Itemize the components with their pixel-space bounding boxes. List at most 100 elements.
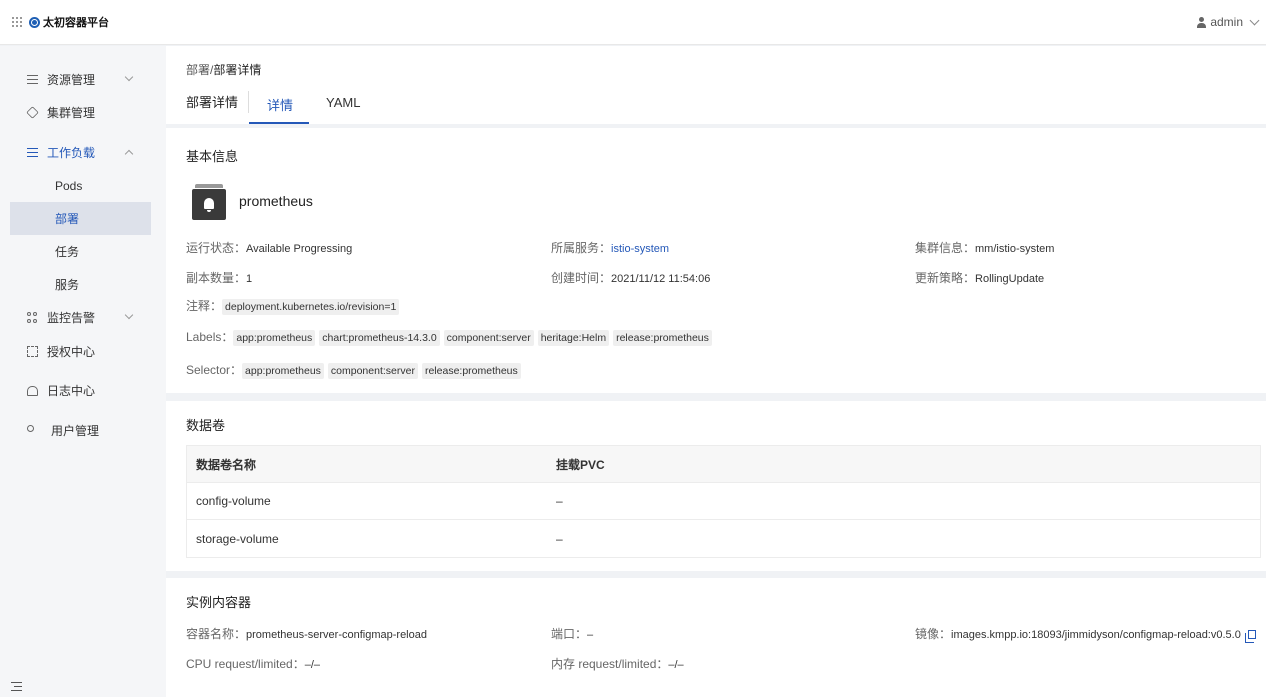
selector-field: Selector： app:prometheus component:server r…	[186, 361, 525, 379]
service-field: 所属服务：istio-system	[551, 239, 669, 256]
sidebar-item-resources[interactable]: 资源管理	[10, 63, 151, 96]
cpu-field: CPU request/limited：–/–	[186, 655, 320, 672]
sidebar-item-users[interactable]: 用户管理	[10, 414, 151, 447]
field-value: Available Progressing	[246, 243, 353, 255]
page-title: 部署详情	[186, 95, 239, 110]
field-value: 1	[246, 273, 253, 285]
field-label: 所属服务：	[551, 241, 612, 255]
deployment-name: prometheus	[239, 193, 313, 209]
strategy-field: 更新策略：RollingUpdate	[915, 269, 1044, 286]
field-value: –/–	[668, 659, 684, 671]
sidebar-item-label: 授权中心	[47, 345, 96, 359]
chevron-down-icon	[124, 310, 134, 320]
sidebar-item-services[interactable]: 服务	[10, 268, 151, 301]
replicas-field: 副本数量：1	[186, 269, 252, 286]
annotation-field: 注释： deployment.kubernetes.io/revision=1	[186, 297, 403, 315]
table-row: config-volume –	[187, 483, 1260, 520]
status-field: 运行状态：Available Progressing	[186, 239, 352, 256]
breadcrumb-parent[interactable]: 部署	[186, 63, 210, 77]
copy-icon[interactable]	[1244, 630, 1256, 643]
chevron-down-icon	[1249, 15, 1260, 25]
section-title: 基本信息	[186, 149, 239, 164]
field-label: 端口：	[551, 627, 588, 641]
service-link[interactable]: istio-system	[611, 243, 669, 255]
app-grid-icon[interactable]	[12, 17, 22, 27]
field-label: 创建时间：	[551, 271, 612, 285]
basic-info-panel: 基本信息 prometheus 运行状态：Available Progressi…	[166, 128, 1266, 393]
selector-tag: release:prometheus	[421, 363, 521, 379]
field-label: 镜像：	[915, 627, 952, 641]
column-header: 数据卷名称	[196, 457, 257, 472]
sidebar-item-label: 监控告警	[47, 311, 96, 325]
sidebar-item-label: 工作负载	[47, 146, 96, 160]
tab-yaml[interactable]: YAML	[326, 95, 360, 110]
sliders-icon	[27, 75, 38, 84]
field-value: prometheus-server-configmap-reload	[246, 629, 427, 641]
section-title: 数据卷	[186, 418, 226, 433]
user-menu[interactable]: admin	[1197, 15, 1260, 29]
container-name-field: 容器名称：prometheus-server-configmap-reload	[186, 625, 427, 642]
volume-pvc: –	[556, 531, 563, 546]
brand-logo-icon	[29, 16, 40, 28]
sidebar-item-clusters[interactable]: 集群管理	[10, 96, 151, 129]
field-value: 2021/11/12 11:54:06	[611, 273, 711, 285]
image-field: 镜像：images.kmpp.io:18093/jimmidyson/confi…	[915, 625, 1256, 643]
sidebar: 资源管理 集群管理 工作负载 Pods 部署 任务 服务 监控告警 授权中心 日…	[0, 46, 166, 697]
label-tag: chart:prometheus-14.3.0	[319, 330, 440, 346]
sidebar-item-auth[interactable]: 授权中心	[10, 335, 151, 368]
title-divider	[248, 91, 249, 113]
field-label: CPU request/limited：	[186, 657, 305, 671]
field-label: 更新策略：	[915, 271, 976, 285]
field-label: 运行状态：	[186, 241, 247, 255]
volume-pvc: –	[556, 494, 563, 508]
chevron-up-icon	[124, 149, 134, 159]
volumes-panel: 数据卷 数据卷名称 挂载PVC config-volume – storage-…	[166, 401, 1266, 571]
tab-details[interactable]: 详情	[267, 95, 293, 114]
field-value: RollingUpdate	[975, 273, 1045, 285]
column-header: 挂载PVC	[556, 457, 605, 472]
monitor-icon	[27, 312, 38, 323]
page-header: 部署/部署详情 部署详情 详情 YAML	[166, 46, 1266, 124]
bell-icon	[27, 385, 38, 396]
prometheus-icon	[192, 184, 226, 220]
memory-field: 内存 request/limited：–/–	[551, 655, 684, 672]
field-label: 副本数量：	[186, 271, 247, 285]
selector-tag: app:prometheus	[242, 363, 324, 379]
field-value: mm/istio-system	[975, 243, 1055, 255]
label-tag: app:prometheus	[233, 330, 316, 346]
volumes-table: 数据卷名称 挂载PVC config-volume – storage-volu…	[186, 445, 1261, 558]
chevron-down-icon	[124, 72, 134, 82]
labels-field: Labels： app:prometheus chart:prometheus-14…	[186, 328, 716, 346]
collapse-sidebar-icon[interactable]	[11, 682, 22, 691]
cluster-field: 集群信息：mm/istio-system	[915, 239, 1054, 256]
field-label: Labels：	[186, 330, 234, 344]
volume-name: storage-volume	[196, 531, 279, 546]
sidebar-item-label: 集群管理	[47, 106, 96, 120]
sidebar-item-deployments[interactable]: 部署	[10, 202, 151, 235]
label-tag: component:server	[443, 330, 534, 346]
sidebar-item-logs[interactable]: 日志中心	[10, 374, 151, 407]
sidebar-item-monitoring[interactable]: 监控告警	[10, 301, 151, 334]
sidebar-item-pods[interactable]: Pods	[10, 169, 151, 202]
user-name: admin	[1210, 15, 1243, 29]
sidebar-item-jobs[interactable]: 任务	[10, 235, 151, 268]
sidebar-item-label: 资源管理	[47, 73, 96, 87]
field-value: images.kmpp.io:18093/jimmidyson/configma…	[951, 629, 1241, 641]
field-value: –	[587, 629, 594, 641]
selector-tag: component:server	[327, 363, 418, 379]
annotation-tag: deployment.kubernetes.io/revision=1	[222, 299, 400, 315]
volume-name: config-volume	[196, 494, 271, 508]
auth-icon	[27, 346, 38, 357]
sidebar-item-label: 日志中心	[47, 384, 96, 398]
sidebar-item-label: 部署	[55, 212, 80, 226]
table-row: storage-volume –	[187, 520, 1260, 557]
sliders-icon	[27, 148, 38, 157]
sidebar-item-label: Pods	[55, 178, 83, 193]
active-tab-indicator	[249, 122, 309, 124]
field-label: Selector：	[186, 363, 243, 377]
sidebar-item-workloads[interactable]: 工作负载	[10, 136, 151, 169]
section-title: 实例内容器	[186, 595, 252, 610]
field-label: 容器名称：	[186, 627, 247, 641]
brand-name[interactable]: 太初容器平台	[43, 14, 109, 30]
field-label: 注释：	[186, 299, 223, 313]
